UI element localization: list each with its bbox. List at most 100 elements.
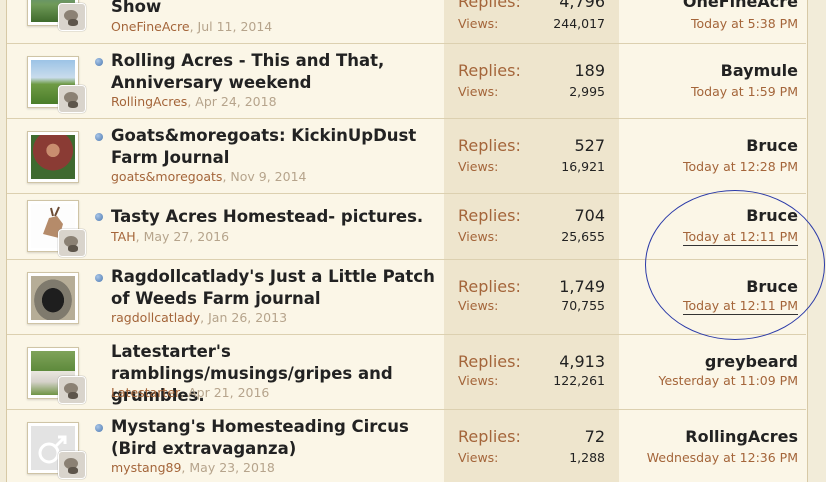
- thread-author-link[interactable]: goats&moregoats: [111, 169, 222, 184]
- thread-meta: TAH, May 27, 2016: [111, 229, 230, 244]
- last-post-time-link[interactable]: Yesterday at 11:09 PM: [658, 373, 798, 388]
- last-poster-link[interactable]: greybeard: [705, 352, 798, 371]
- thread-starter-avatar[interactable]: [27, 272, 79, 324]
- thread-row: Latestarter's ramblings/musings/gripes a…: [7, 335, 806, 410]
- thread-meta: RollingAcres, Apr 24, 2018: [111, 94, 277, 109]
- last-poster-mini-avatar[interactable]: [58, 85, 86, 113]
- thread-stats-cell: Replies: 704 Views: 25,655: [444, 194, 619, 259]
- thread-main-cell: Tasty Acres Homestead- pictures. TAH, Ma…: [7, 194, 444, 259]
- thread-row: Mystang's Homesteading Circus (Bird extr…: [7, 410, 806, 482]
- thread-start-date[interactable]: Nov 9, 2014: [230, 169, 306, 184]
- thread-author-link[interactable]: TAH: [111, 229, 136, 244]
- thread-meta: ragdollcatlady, Jan 26, 2013: [111, 310, 288, 325]
- thread-title-link[interactable]: Show: [111, 0, 441, 18]
- last-post-cell: Bruce Today at 12:11 PM: [619, 260, 806, 334]
- thread-starter-avatar[interactable]: [27, 0, 86, 31]
- thread-title-link[interactable]: Goats&moregoats: KickinUpDust Farm Journ…: [111, 125, 441, 169]
- last-poster-mini-avatar[interactable]: [58, 229, 86, 257]
- thread-start-date[interactable]: Apr 21, 2016: [188, 385, 269, 400]
- last-poster-link[interactable]: OneFineAcre: [683, 0, 798, 11]
- thread-start-date[interactable]: Jan 26, 2013: [208, 310, 287, 325]
- thread-stats-cell: Replies: 527 Views: 16,921: [444, 119, 619, 193]
- last-post-time-link[interactable]: Today at 1:59 PM: [691, 84, 798, 99]
- last-poster-link[interactable]: Bruce: [746, 136, 798, 155]
- thread-title-link[interactable]: Ragdollcatlady's Just a Little Patch of …: [111, 266, 441, 310]
- last-poster-link[interactable]: Bruce: [746, 277, 798, 296]
- replies-label: Replies:: [458, 427, 521, 446]
- thread-stats-cell: Replies: 4,796 Views: 244,017: [444, 0, 619, 43]
- thread-author-link[interactable]: OneFineAcre: [111, 19, 190, 34]
- thread-author-link[interactable]: ragdollcatlady: [111, 310, 200, 325]
- views-count: 25,655: [561, 229, 605, 244]
- replies-count: 189: [574, 61, 605, 80]
- replies-count: 704: [574, 206, 605, 225]
- thread-starter-avatar[interactable]: [27, 56, 86, 113]
- thread-author-link[interactable]: mystang89: [111, 460, 181, 475]
- views-label: Views:: [458, 159, 499, 174]
- thread-start-date[interactable]: May 27, 2016: [144, 229, 229, 244]
- last-post-time-link[interactable]: Today at 12:28 PM: [683, 159, 798, 174]
- views-count: 1,288: [569, 450, 605, 465]
- last-post-cell: greybeard Yesterday at 11:09 PM: [619, 335, 806, 409]
- thread-main-cell: Mystang's Homesteading Circus (Bird extr…: [7, 410, 444, 482]
- replies-label: Replies:: [458, 352, 521, 371]
- replies-count: 527: [574, 136, 605, 155]
- thread-stats-cell: Replies: 1,749 Views: 70,755: [444, 260, 619, 334]
- thread-main-cell: Goats&moregoats: KickinUpDust Farm Journ…: [7, 119, 444, 193]
- last-poster-mini-avatar[interactable]: [58, 451, 86, 479]
- thread-row: Goats&moregoats: KickinUpDust Farm Journ…: [7, 119, 806, 194]
- thread-start-date[interactable]: May 23, 2018: [189, 460, 274, 475]
- thread-title-link[interactable]: Tasty Acres Homestead- pictures.: [111, 206, 441, 228]
- thread-meta: Latestarter, Apr 21, 2016: [111, 385, 270, 400]
- replies-label: Replies:: [458, 0, 521, 11]
- replies-label: Replies:: [458, 61, 521, 80]
- thread-starter-avatar[interactable]: [27, 131, 79, 183]
- views-label: Views:: [458, 373, 499, 388]
- last-post-cell: OneFineAcre Today at 5:38 PM: [619, 0, 806, 43]
- views-label: Views:: [458, 298, 499, 313]
- last-post-time-link[interactable]: Wednesday at 12:36 PM: [647, 450, 798, 465]
- last-poster-mini-avatar[interactable]: [58, 376, 86, 404]
- thread-row: Ragdollcatlady's Just a Little Patch of …: [7, 260, 806, 335]
- replies-count: 72: [584, 427, 605, 446]
- thread-main-cell: Rolling Acres - This and That, Anniversa…: [7, 44, 444, 118]
- thread-start-date[interactable]: Jul 11, 2014: [198, 19, 273, 34]
- last-poster-link[interactable]: Bruce: [746, 206, 798, 225]
- views-label: Views:: [458, 84, 499, 99]
- replies-count: 4,913: [559, 352, 605, 371]
- last-post-time-link[interactable]: Today at 12:11 PM: [683, 229, 798, 246]
- last-post-cell: Bruce Today at 12:11 PM: [619, 194, 806, 259]
- unread-indicator-icon: [95, 213, 103, 221]
- thread-stats-cell: Replies: 189 Views: 2,995: [444, 44, 619, 118]
- replies-label: Replies:: [458, 136, 521, 155]
- views-count: 2,995: [569, 84, 605, 99]
- thread-main-cell: Show OneFineAcre, Jul 11, 2014: [7, 0, 444, 43]
- last-post-time-link[interactable]: Today at 5:38 PM: [691, 16, 798, 31]
- last-poster-link[interactable]: RollingAcres: [685, 427, 798, 446]
- thread-meta: goats&moregoats, Nov 9, 2014: [111, 169, 307, 184]
- last-poster-link[interactable]: Baymule: [721, 61, 798, 80]
- thread-start-date[interactable]: Apr 24, 2018: [195, 94, 276, 109]
- thread-starter-avatar[interactable]: [27, 347, 86, 404]
- views-count: 122,261: [553, 373, 605, 388]
- views-count: 70,755: [561, 298, 605, 313]
- thread-starter-avatar[interactable]: [27, 200, 86, 257]
- unread-indicator-icon: [95, 58, 103, 66]
- thread-author-link[interactable]: Latestarter: [111, 385, 180, 400]
- unread-indicator-icon: [95, 133, 103, 141]
- thread-starter-avatar[interactable]: [27, 422, 86, 479]
- unread-indicator-icon: [95, 274, 103, 282]
- thread-row: Rolling Acres - This and That, Anniversa…: [7, 44, 806, 119]
- views-count: 16,921: [561, 159, 605, 174]
- thread-title-link[interactable]: Rolling Acres - This and That, Anniversa…: [111, 50, 441, 94]
- replies-label: Replies:: [458, 206, 521, 225]
- views-label: Views:: [458, 229, 499, 244]
- replies-count: 4,796: [559, 0, 605, 11]
- thread-title-link[interactable]: Mystang's Homesteading Circus (Bird extr…: [111, 416, 441, 460]
- last-post-time-link[interactable]: Today at 12:11 PM: [683, 298, 798, 315]
- last-poster-mini-avatar[interactable]: [58, 3, 86, 31]
- thread-stats-cell: Replies: 72 Views: 1,288: [444, 410, 619, 482]
- thread-author-link[interactable]: RollingAcres: [111, 94, 187, 109]
- thread-main-cell: Ragdollcatlady's Just a Little Patch of …: [7, 260, 444, 334]
- views-label: Views:: [458, 450, 499, 465]
